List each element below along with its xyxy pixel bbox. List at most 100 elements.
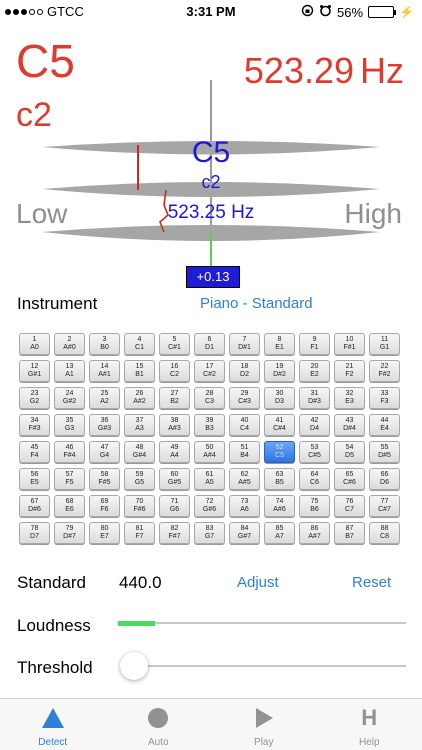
piano-key-c7[interactable]: 76 C7 — [334, 495, 365, 517]
piano-key-g5[interactable]: 59 G5 — [124, 468, 155, 490]
piano-key-asharp0[interactable]: 2 A#0 — [54, 333, 85, 355]
piano-key-g4[interactable]: 47 G4 — [89, 441, 120, 463]
piano-key-e7[interactable]: 80 E7 — [89, 522, 120, 544]
piano-key-csharp1[interactable]: 5 C#1 — [159, 333, 190, 355]
piano-key-fsharp7[interactable]: 82 F#7 — [159, 522, 190, 544]
piano-key-csharp7[interactable]: 77 C#7 — [369, 495, 400, 517]
key-note: D#3 — [308, 398, 321, 405]
piano-key-c8[interactable]: 88 C8 — [369, 522, 400, 544]
piano-key-fsharp3[interactable]: 34 F#3 — [19, 414, 50, 436]
piano-key-f3[interactable]: 33 F3 — [369, 387, 400, 409]
piano-key-gsharp3[interactable]: 36 G#3 — [89, 414, 120, 436]
piano-key-asharp4[interactable]: 50 A#4 — [194, 441, 225, 463]
piano-key-gsharp7[interactable]: 84 G#7 — [229, 522, 260, 544]
piano-key-f7[interactable]: 81 F7 — [124, 522, 155, 544]
piano-key-e3[interactable]: 32 E3 — [334, 387, 365, 409]
piano-key-asharp5[interactable]: 62 A#5 — [229, 468, 260, 490]
piano-key-f2[interactable]: 21 F2 — [334, 360, 365, 382]
piano-key-csharp4[interactable]: 41 C#4 — [264, 414, 295, 436]
piano-key-g3[interactable]: 35 G3 — [54, 414, 85, 436]
piano-key-b3[interactable]: 39 B3 — [194, 414, 225, 436]
piano-key-e6[interactable]: 68 E6 — [54, 495, 85, 517]
reset-button[interactable]: Reset — [352, 574, 391, 591]
piano-key-c5[interactable]: 52 C5 — [264, 441, 295, 463]
key-number: 59 — [135, 471, 144, 478]
piano-key-gsharp4[interactable]: 48 G#4 — [124, 441, 155, 463]
piano-key-g7[interactable]: 83 G7 — [194, 522, 225, 544]
adjust-button[interactable]: Adjust — [237, 574, 279, 591]
piano-key-e4[interactable]: 44 E4 — [369, 414, 400, 436]
piano-key-a5[interactable]: 61 A5 — [194, 468, 225, 490]
piano-key-c4[interactable]: 40 C4 — [229, 414, 260, 436]
piano-key-e5[interactable]: 56 E5 — [19, 468, 50, 490]
piano-key-a3[interactable]: 37 A3 — [124, 414, 155, 436]
piano-key-b0[interactable]: 3 B0 — [89, 333, 120, 355]
piano-key-e2[interactable]: 20 E2 — [299, 360, 330, 382]
piano-key-dsharp5[interactable]: 55 D#5 — [369, 441, 400, 463]
piano-key-g1[interactable]: 11 G1 — [369, 333, 400, 355]
piano-key-b6[interactable]: 75 B6 — [299, 495, 330, 517]
piano-key-csharp5[interactable]: 53 C#5 — [299, 441, 330, 463]
piano-key-a1[interactable]: 13 A1 — [54, 360, 85, 382]
piano-key-fsharp4[interactable]: 46 F#4 — [54, 441, 85, 463]
tab-auto[interactable]: Auto — [106, 699, 212, 750]
piano-key-a4[interactable]: 49 A4 — [159, 441, 190, 463]
piano-key-dsharp2[interactable]: 19 D#2 — [264, 360, 295, 382]
piano-key-asharp3[interactable]: 38 A#3 — [159, 414, 190, 436]
piano-key-b2[interactable]: 27 B2 — [159, 387, 190, 409]
piano-key-csharp6[interactable]: 65 C#6 — [334, 468, 365, 490]
piano-key-csharp3[interactable]: 29 C#3 — [229, 387, 260, 409]
piano-key-b1[interactable]: 15 B1 — [124, 360, 155, 382]
piano-key-dsharp7[interactable]: 79 D#7 — [54, 522, 85, 544]
tab-play[interactable]: Play — [211, 699, 317, 750]
tab-detect[interactable]: Detect — [0, 699, 106, 750]
piano-key-c3[interactable]: 28 C3 — [194, 387, 225, 409]
piano-key-a0[interactable]: 1 A0 — [19, 333, 50, 355]
piano-key-f6[interactable]: 69 F6 — [89, 495, 120, 517]
piano-key-g2[interactable]: 23 G2 — [19, 387, 50, 409]
piano-key-fsharp5[interactable]: 58 F#5 — [89, 468, 120, 490]
piano-key-dsharp1[interactable]: 7 D#1 — [229, 333, 260, 355]
piano-key-gsharp2[interactable]: 24 G#2 — [54, 387, 85, 409]
piano-key-a6[interactable]: 73 A6 — [229, 495, 260, 517]
piano-key-e1[interactable]: 8 E1 — [264, 333, 295, 355]
tab-help[interactable]: H Help — [317, 699, 422, 750]
piano-key-d3[interactable]: 30 D3 — [264, 387, 295, 409]
piano-key-d6[interactable]: 66 D6 — [369, 468, 400, 490]
piano-key-f4[interactable]: 45 F4 — [19, 441, 50, 463]
piano-key-gsharp5[interactable]: 60 G#5 — [159, 468, 190, 490]
piano-key-c6[interactable]: 64 C6 — [299, 468, 330, 490]
piano-key-fsharp2[interactable]: 22 F#2 — [369, 360, 400, 382]
piano-key-a2[interactable]: 25 A2 — [89, 387, 120, 409]
piano-key-asharp6[interactable]: 74 A#6 — [264, 495, 295, 517]
piano-key-a7[interactable]: 85 A7 — [264, 522, 295, 544]
piano-key-dsharp6[interactable]: 67 D#6 — [19, 495, 50, 517]
piano-key-csharp2[interactable]: 17 C#2 — [194, 360, 225, 382]
piano-key-d1[interactable]: 6 D1 — [194, 333, 225, 355]
piano-key-c2[interactable]: 16 C2 — [159, 360, 190, 382]
piano-key-b7[interactable]: 87 B7 — [334, 522, 365, 544]
piano-key-f5[interactable]: 57 F5 — [54, 468, 85, 490]
piano-key-asharp7[interactable]: 86 A#7 — [299, 522, 330, 544]
piano-key-fsharp1[interactable]: 10 F#1 — [334, 333, 365, 355]
piano-key-gsharp6[interactable]: 72 G#6 — [194, 495, 225, 517]
piano-key-asharp2[interactable]: 26 A#2 — [124, 387, 155, 409]
piano-key-d4[interactable]: 42 D4 — [299, 414, 330, 436]
piano-key-b4[interactable]: 51 B4 — [229, 441, 260, 463]
threshold-slider-track[interactable] — [134, 665, 406, 667]
piano-key-d2[interactable]: 18 D2 — [229, 360, 260, 382]
piano-key-gsharp1[interactable]: 12 G#1 — [19, 360, 50, 382]
piano-key-c1[interactable]: 4 C1 — [124, 333, 155, 355]
piano-key-dsharp4[interactable]: 43 D#4 — [334, 414, 365, 436]
piano-key-dsharp3[interactable]: 31 D#3 — [299, 387, 330, 409]
piano-key-b5[interactable]: 63 B5 — [264, 468, 295, 490]
target-note: C5 — [191, 136, 231, 169]
piano-key-d7[interactable]: 78 D7 — [19, 522, 50, 544]
piano-key-asharp1[interactable]: 14 A#1 — [89, 360, 120, 382]
piano-key-d5[interactable]: 54 D5 — [334, 441, 365, 463]
piano-key-f1[interactable]: 9 F1 — [299, 333, 330, 355]
threshold-slider-thumb[interactable] — [120, 652, 148, 680]
piano-key-fsharp6[interactable]: 70 F#6 — [124, 495, 155, 517]
instrument-selector[interactable]: Piano - Standard — [200, 295, 313, 312]
piano-key-g6[interactable]: 71 G6 — [159, 495, 190, 517]
